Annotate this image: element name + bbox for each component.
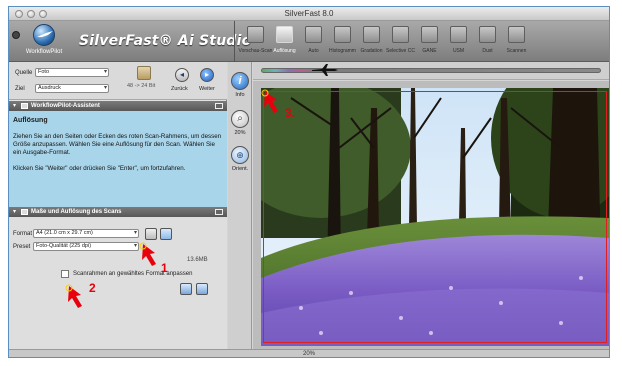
panel-icon bbox=[21, 103, 28, 109]
resolution-icon bbox=[276, 26, 293, 43]
tool-histogram[interactable]: Histogramm bbox=[328, 24, 357, 60]
workflowpilot-icon[interactable] bbox=[33, 24, 55, 46]
preset-label: Preset bbox=[13, 244, 31, 250]
auto-icon bbox=[305, 26, 322, 43]
status-bar: 20% bbox=[9, 349, 609, 357]
fit-frame-label: Scanrahmen an gewähltes Format anpassen bbox=[73, 271, 193, 277]
save-frame-button[interactable] bbox=[180, 283, 192, 295]
tool-gradation[interactable]: Gradation bbox=[357, 24, 386, 60]
tool-auto[interactable]: Auto bbox=[299, 24, 328, 60]
annotation-number-3: 3. bbox=[285, 106, 296, 120]
zoom-value: 20% bbox=[234, 130, 246, 136]
prescan-icon bbox=[247, 26, 264, 43]
brand-title: SilverFast® Ai Studio bbox=[79, 33, 252, 49]
info-label: Info bbox=[235, 92, 245, 98]
quelle-label: Quelle bbox=[15, 70, 33, 76]
scan-icon bbox=[508, 26, 525, 43]
assistant-panel: Auflösung Ziehen Sie an den Seiten oder … bbox=[9, 111, 227, 207]
back-button[interactable]: ◂ bbox=[175, 68, 189, 82]
tool-prescan[interactable]: Vorschau-Scan bbox=[239, 24, 272, 60]
preset-select[interactable]: Foto-Qualität (225 dpi) bbox=[33, 242, 139, 251]
histogram-icon bbox=[334, 26, 351, 43]
next-button[interactable]: ▸ bbox=[200, 68, 214, 82]
disclosure-triangle-icon: ▾ bbox=[13, 103, 17, 109]
side-toggle-button[interactable] bbox=[12, 31, 20, 39]
left-panel: Quelle Foto Ziel Ausdruck 48 -> 24 Bit ◂… bbox=[9, 62, 227, 349]
assistant-header-label: WorkflowPilot-Assistent bbox=[31, 103, 100, 109]
tool-dust[interactable]: Dust bbox=[473, 24, 502, 60]
usm-icon bbox=[450, 26, 467, 43]
arrow-right-icon: ▸ bbox=[204, 70, 209, 79]
assistant-paragraph-2: Klicken Sie "Weiter" oder drücken Sie "E… bbox=[13, 165, 186, 172]
app-header: WorkflowPilot SilverFast® Ai Studio Vors… bbox=[9, 21, 609, 62]
bit-depth-label: 48 -> 24 Bit bbox=[127, 83, 156, 89]
tool-usm[interactable]: USM bbox=[444, 24, 473, 60]
format-label: Format bbox=[13, 231, 33, 237]
title-bar: SilverFast 8.0 bbox=[9, 7, 609, 21]
side-tool-strip: i Info ⌕ 20% ⊕ Orient. bbox=[228, 62, 252, 349]
tool-scan[interactable]: Scannen bbox=[502, 24, 531, 60]
tool-selective-color[interactable]: Selective CC bbox=[386, 24, 415, 60]
back-label: Zurück bbox=[171, 86, 188, 92]
ziel-label: Ziel bbox=[15, 86, 25, 92]
scan-settings-header[interactable]: ▾ Maße und Auflösung des Scans bbox=[9, 207, 227, 217]
zoom-icon[interactable]: ⌕ bbox=[231, 110, 249, 128]
orientation-label: Orient. bbox=[231, 166, 249, 172]
gane-icon bbox=[421, 26, 438, 43]
arrow-left-icon: ◂ bbox=[179, 70, 184, 79]
next-label: Weiter bbox=[199, 86, 215, 92]
dust-icon bbox=[479, 26, 496, 43]
quelle-select[interactable]: Foto bbox=[35, 68, 109, 77]
landscape-orientation-button[interactable] bbox=[160, 228, 172, 240]
assistant-paragraph-1: Ziehen Sie an den Seiten oder Ecken des … bbox=[13, 133, 222, 156]
toolbar-divider bbox=[234, 21, 235, 62]
gradation-icon bbox=[363, 26, 380, 43]
panel-menu-icon[interactable] bbox=[215, 209, 223, 215]
fit-frame-checkbox[interactable] bbox=[61, 270, 69, 278]
scan-frame[interactable] bbox=[263, 91, 607, 343]
tool-gane[interactable]: GANE bbox=[415, 24, 444, 60]
file-size-label: 13.6MB bbox=[187, 257, 208, 263]
annotation-number-2: 2 bbox=[89, 281, 96, 295]
toolbar: Vorschau-Scan Auflösung Auto Histogramm Grad… bbox=[239, 24, 531, 60]
panel-menu-icon[interactable] bbox=[215, 103, 223, 109]
reset-frame-button[interactable] bbox=[196, 283, 208, 295]
workflowpilot-label: WorkflowPilot bbox=[25, 49, 63, 55]
disclosure-triangle-icon: ▾ bbox=[13, 209, 17, 215]
source-target-row: Quelle Foto Ziel Ausdruck 48 -> 24 Bit ◂… bbox=[9, 62, 227, 100]
annotation-number-1: 1 bbox=[161, 261, 168, 275]
info-icon[interactable]: i bbox=[231, 72, 249, 90]
tool-resolution[interactable]: Auflösung bbox=[270, 24, 299, 60]
preview-area[interactable]: 3. bbox=[253, 81, 609, 349]
portrait-orientation-button[interactable] bbox=[145, 228, 157, 240]
assistant-header[interactable]: ▾ WorkflowPilot-Assistent bbox=[9, 101, 227, 111]
assistant-title: Auflösung bbox=[13, 117, 48, 124]
airplane-icon bbox=[312, 64, 338, 76]
ziel-select[interactable]: Ausdruck bbox=[35, 84, 109, 93]
orientation-icon[interactable]: ⊕ bbox=[231, 146, 249, 164]
palm-image-icon bbox=[137, 66, 151, 80]
panel-icon bbox=[21, 209, 28, 215]
format-select[interactable]: A4 (21.0 cm x 29.7 cm) bbox=[33, 229, 139, 238]
density-bar bbox=[253, 62, 609, 80]
selective-color-icon bbox=[392, 26, 409, 43]
tool-label: Scannen bbox=[506, 48, 527, 54]
app-window: SilverFast 8.0 WorkflowPilot SilverFast®… bbox=[8, 6, 610, 358]
window-title: SilverFast 8.0 bbox=[284, 9, 334, 18]
scan-settings-panel: Format A4 (21.0 cm x 29.7 cm) Preset Fot… bbox=[9, 217, 227, 349]
scan-settings-header-label: Maße und Auflösung des Scans bbox=[31, 209, 122, 215]
